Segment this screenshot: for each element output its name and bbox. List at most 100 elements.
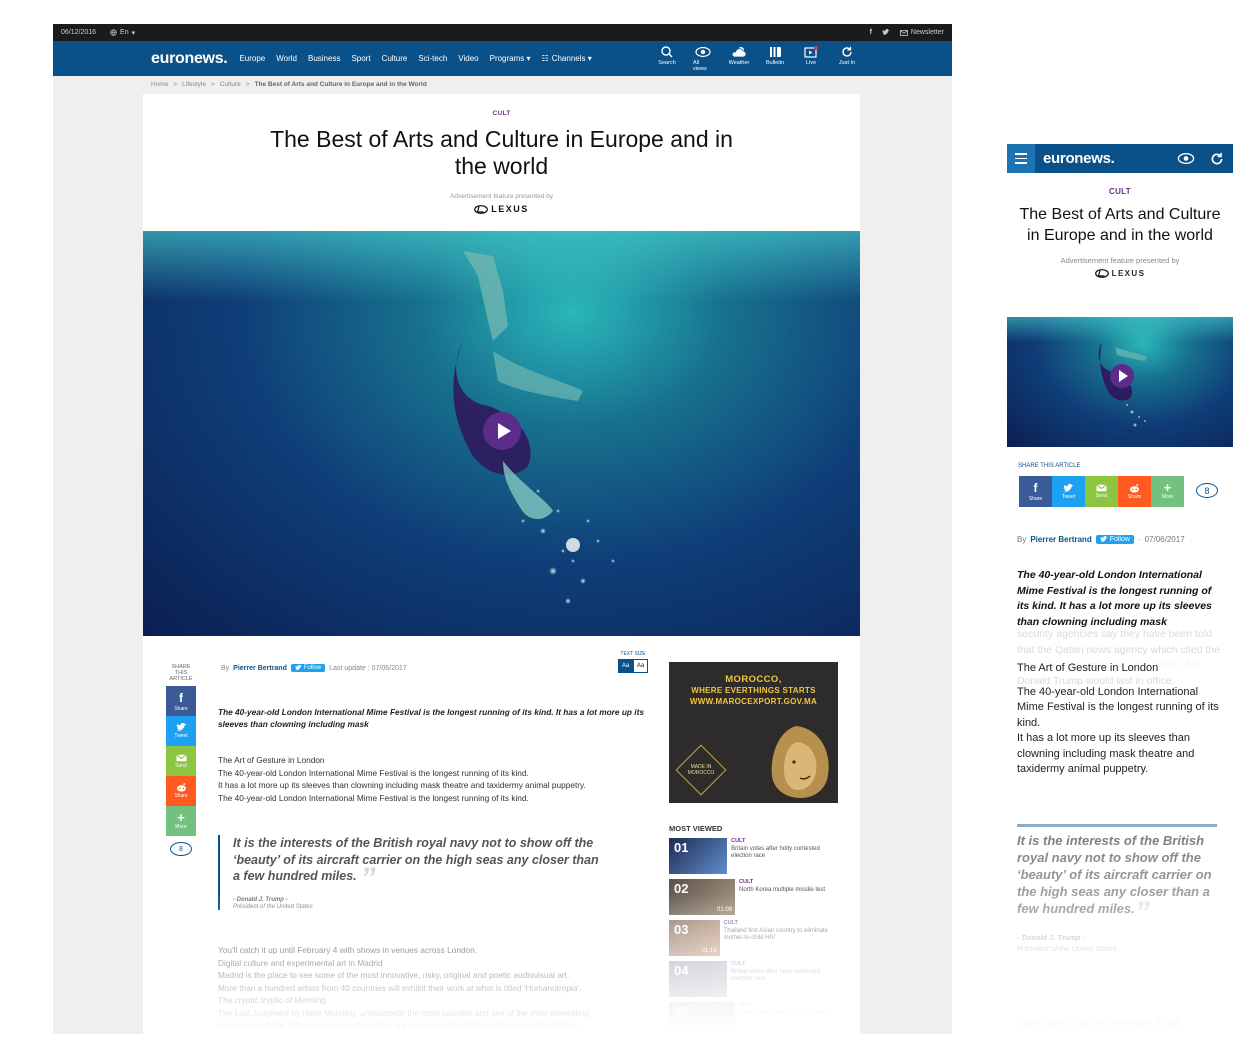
most-viewed-thumb: 01 <box>669 838 728 874</box>
reddit-icon <box>1130 483 1139 493</box>
nav-channels[interactable]: ☷ Channels ▾ <box>542 54 592 63</box>
item-title: North Korea multiple missile test <box>739 886 826 893</box>
made-in-morocco-badge: MADE IN MOROCCO <box>675 744 727 796</box>
nav-video[interactable]: Video <box>458 54 478 63</box>
most-viewed-title: MOST VIEWED <box>669 824 723 833</box>
breadcrumb-culture[interactable]: Culture <box>220 81 241 88</box>
byline: By Pierrer Bertrand Follow · 07/06/2017 <box>1017 535 1185 544</box>
rank-number: 04 <box>674 963 689 978</box>
nav-culture[interactable]: Culture <box>382 54 408 63</box>
main-nav: euronews. Europe World Business Sport Cu… <box>53 41 952 76</box>
most-viewed-thumb: 03 01:15 <box>669 920 720 956</box>
play-button[interactable] <box>1110 364 1134 388</box>
share-twitter-button[interactable]: Tweet <box>1052 476 1085 507</box>
sponsor-name: LEXUS <box>491 204 529 214</box>
advertisement-banner[interactable]: MOROCCO, WHERE EVERTHINGS STARTS WWW.MAR… <box>669 662 838 803</box>
nav-weather[interactable]: Weather <box>729 46 749 72</box>
play-button[interactable] <box>483 412 521 450</box>
twitter-follow-button[interactable]: Follow <box>290 664 326 672</box>
most-viewed: MOST VIEWED 01 CULT Britain votes after h… <box>669 824 838 1034</box>
text-size-small-button[interactable]: Aa <box>618 659 633 673</box>
lexus-logo[interactable]: LEXUS <box>474 204 529 214</box>
most-viewed-item[interactable]: 05 CULT North Korea multiple missile test <box>669 1002 838 1034</box>
nav-all-views[interactable]: All views <box>693 46 713 72</box>
share-facebook-button[interactable]: f Share <box>1019 476 1052 507</box>
comment-count-badge[interactable]: 8 <box>1196 483 1218 498</box>
bulletin-icon <box>770 46 781 57</box>
breadcrumb-home[interactable]: Home <box>151 81 168 88</box>
twitter-follow-button[interactable]: Follow <box>1095 535 1134 544</box>
breadcrumb-lifestyle[interactable]: Lifestyle <box>182 81 206 88</box>
twitter-icon[interactable] <box>881 29 890 36</box>
live-icon <box>804 45 818 58</box>
refresh-icon[interactable] <box>1210 152 1224 166</box>
share-reddit-button[interactable]: Share <box>166 776 196 806</box>
text-size-large-button[interactable]: Aa <box>633 659 648 673</box>
hero-video[interactable] <box>143 231 860 636</box>
rank-number: 03 <box>674 922 689 937</box>
menu-icon[interactable] <box>1007 144 1035 173</box>
nav-search[interactable]: Search <box>657 45 677 72</box>
nav-sport[interactable]: Sport <box>351 54 370 63</box>
newsletter-link[interactable]: Newsletter <box>899 29 944 36</box>
body-line: You'll catch it up until February 4 with… <box>218 945 478 955</box>
nav-programs[interactable]: Programs ▾ <box>490 54 531 63</box>
share-email-button[interactable]: Send <box>1085 476 1118 507</box>
most-viewed-item[interactable]: 01 CULT Britain votes after hotly contest… <box>669 838 838 876</box>
nav-business[interactable]: Business <box>308 54 340 63</box>
nav-scitech[interactable]: Sci-tech <box>418 54 447 63</box>
most-viewed-item[interactable]: 02 01:09 CULT North Korea multiple missile… <box>669 879 838 917</box>
ad-line-1: MOROCCO, <box>725 674 782 685</box>
top-bar: 06/12/2016 En ▾ f Newsletter <box>53 24 952 41</box>
share-twitter-button[interactable]: Tweet <box>166 716 196 746</box>
nav-europe[interactable]: Europe <box>239 54 265 63</box>
nav-bulletin-label: Bulletin <box>765 59 785 66</box>
share-rail: SHARE THIS ARTICLE f Share Tweet Send Sh… <box>165 664 197 856</box>
facebook-icon[interactable]: f <box>870 29 872 36</box>
rank-number: 02 <box>674 881 689 896</box>
share-email-button[interactable]: Send <box>166 746 196 776</box>
eye-icon[interactable] <box>1176 152 1196 165</box>
body-line: More than a hundred artists from 40 coun… <box>218 982 582 993</box>
facebook-icon: f <box>1033 481 1038 495</box>
item-title: North Korea multiple missile test <box>739 1009 826 1016</box>
language-selector[interactable]: En ▾ <box>110 29 135 37</box>
most-viewed-item[interactable]: 03 01:15 CULT Thailand first Asian country… <box>669 920 838 958</box>
euronews-logo[interactable]: euronews. <box>1043 150 1115 167</box>
body-line: pieces of art in the Gdańsk museums coll… <box>218 1020 585 1030</box>
nav-weather-label: Weather <box>728 59 750 66</box>
author-link[interactable]: Pierrer Bertrand <box>233 665 287 672</box>
comment-count-badge[interactable]: 8 <box>170 842 192 856</box>
weather-icon <box>731 46 747 57</box>
share-twitter-label: Tweet <box>174 733 188 739</box>
body-line: It has a lot more up its sleeves than cl… <box>1017 732 1195 775</box>
body-line: Madrid is the place to see some of the m… <box>218 970 570 980</box>
nav-just-in[interactable]: Just In <box>837 46 857 72</box>
mail-icon <box>899 29 908 36</box>
hero-video[interactable] <box>1007 317 1233 447</box>
nav-bulletin[interactable]: Bulletin <box>765 46 785 72</box>
breadcrumb-separator: > <box>211 81 215 88</box>
body-line: The 40-year-old London International Mim… <box>218 767 529 778</box>
author-link[interactable]: Pierrer Bertrand <box>1030 535 1091 544</box>
twitter-icon <box>1063 483 1074 492</box>
byline-prefix: By <box>1017 535 1027 544</box>
lexus-emblem-icon <box>1094 269 1109 278</box>
share-reddit-button[interactable]: Share <box>1118 476 1151 507</box>
plus-icon: + <box>1163 480 1172 495</box>
share-facebook-button[interactable]: f Share <box>166 686 196 716</box>
nav-live[interactable]: Live <box>801 45 821 72</box>
article-kicker[interactable]: CULT <box>143 110 860 117</box>
sponsor-name: LEXUS <box>1111 269 1146 278</box>
nav-world[interactable]: World <box>276 54 297 63</box>
breadcrumb-current: The Best of Arts and Culture in Europe a… <box>254 81 427 88</box>
reddit-icon <box>176 783 186 792</box>
euronews-logo[interactable]: euronews. <box>151 50 228 68</box>
share-more-button[interactable]: + More <box>1151 476 1184 507</box>
item-kicker: CULT <box>731 838 746 844</box>
body-line: The 40-year-old London International Mim… <box>1017 685 1219 729</box>
article-kicker[interactable]: CULT <box>1007 187 1233 196</box>
share-more-button[interactable]: + More <box>166 806 196 836</box>
most-viewed-item[interactable]: 04 CULT Britain votes after hotly contest… <box>669 961 838 999</box>
lexus-logo[interactable]: LEXUS <box>1094 269 1146 278</box>
